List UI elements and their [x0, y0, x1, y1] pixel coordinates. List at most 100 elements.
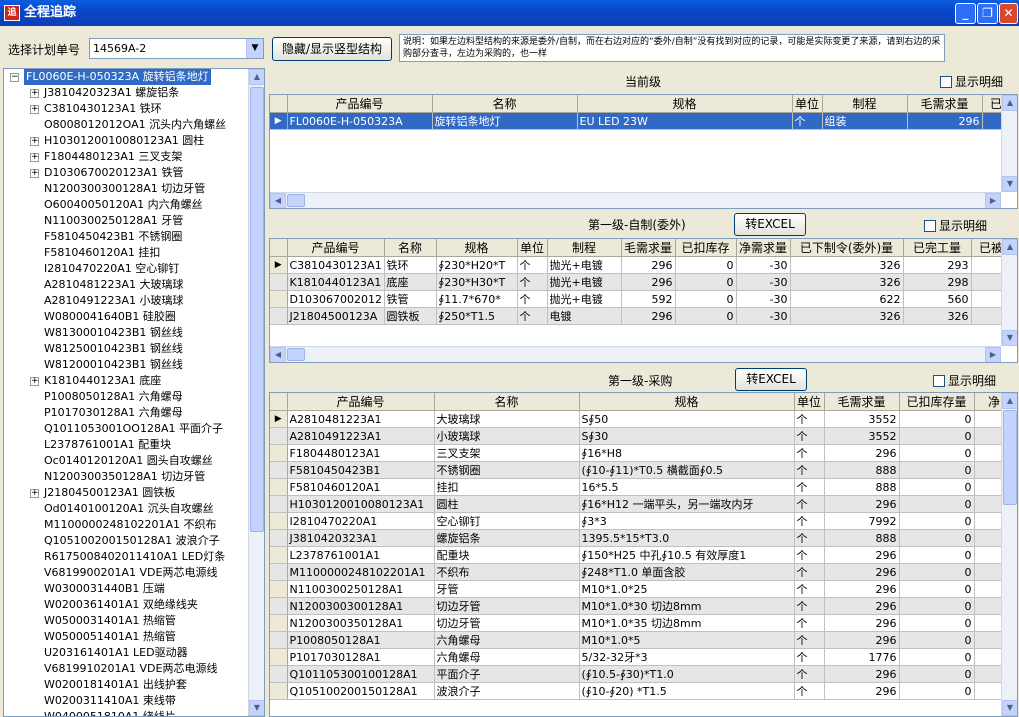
tree-node[interactable]: N1200300350128A1 切边牙管 — [44, 469, 205, 485]
table-cell[interactable]: M10*1.0*5 — [579, 631, 795, 649]
tree-node[interactable]: K1810440123A1 底座 — [44, 373, 161, 389]
table-cell[interactable]: 个 — [794, 580, 825, 598]
column-header[interactable]: 规格 — [436, 239, 518, 257]
table-cell[interactable]: 296 — [621, 256, 676, 274]
table-cell[interactable]: 不锈钢圈 — [434, 461, 580, 479]
table-cell[interactable]: P1008050128A1 — [287, 631, 435, 649]
table-row[interactable]: M1100000248102201A1 不织布 ∮248*T1.0 单面含胶个 296… — [270, 563, 1015, 581]
table-cell[interactable]: 个 — [794, 648, 825, 666]
expand-icon[interactable]: + — [30, 153, 39, 162]
tree-node[interactable]: Q1011053001OO128A1 平面介子 — [44, 421, 223, 437]
table-row[interactable]: I2810470220A1 空心铆钉 ∮3*3 个 7992 0 — [270, 512, 1015, 530]
table-cell[interactable]: M10*1.0*25 — [579, 580, 795, 598]
column-header[interactable]: 单位 — [792, 95, 823, 113]
table-cell[interactable]: 个 — [794, 563, 825, 581]
scroll-right-icon[interactable]: ▶ — [985, 347, 1001, 362]
table-row[interactable]: L2378761001A1 配重块 ∮150*H25 中孔∮10.5 有效厚度1 个 2… — [270, 546, 1015, 564]
table-cell[interactable]: ∮16*H8 — [579, 444, 795, 462]
table-cell[interactable]: -30 — [736, 273, 791, 291]
table-cell[interactable]: 个 — [794, 461, 825, 479]
table-cell[interactable]: 0 — [899, 444, 975, 462]
table-cell[interactable]: 0 — [675, 290, 737, 308]
column-header[interactable]: 单位 — [794, 393, 825, 411]
scroll-left-icon[interactable]: ◀ — [270, 347, 286, 362]
table-cell[interactable]: 16*5.5 — [579, 478, 795, 496]
purchase-grid[interactable]: 产品编号 名称 规格 单位 毛需求量 已扣库存量净 ▶ A2810481223A1 大玻璃球 S∮… — [269, 392, 1018, 717]
table-cell[interactable]: F1804480123A1 — [287, 444, 435, 462]
scroll-down-icon[interactable]: ▼ — [249, 700, 264, 716]
table-cell[interactable]: 0 — [899, 410, 975, 428]
purchase-excel-button[interactable]: 转EXCEL — [735, 368, 807, 391]
column-header[interactable]: 已扣库存 — [675, 239, 737, 257]
table-cell[interactable]: 0 — [899, 478, 975, 496]
tree-node[interactable]: V6819900201A1 VDE两芯电源线 — [44, 565, 217, 581]
row-indicator[interactable] — [270, 648, 288, 666]
tree-node[interactable]: N1200300300128A1 切边牙管 — [44, 181, 205, 197]
tree-node[interactable]: W0800041640B1 硅胶圈 — [44, 309, 176, 325]
table-row[interactable]: A2810491223A1 小玻璃球 S∮30 个 3552 0 — [270, 427, 1015, 445]
table-row[interactable]: D103067002012 铁管 ∮11.7*670* 个抛光+电镀 592 0 -30 62… — [270, 290, 1012, 308]
tree-node[interactable]: W0200181401A1 出线护套 — [44, 677, 187, 693]
table-row[interactable]: Q101105300100128A1 平面介子 (∮10.5-∮30)*T1.0 个 2… — [270, 665, 1015, 683]
tree-node[interactable]: A2810481223A1 大玻璃球 — [44, 277, 184, 293]
table-cell[interactable]: 5/32-32牙*3 — [579, 648, 795, 666]
table-cell[interactable]: 296 — [621, 307, 676, 325]
tree-node[interactable]: P1017030128A1 六角螺母 — [44, 405, 183, 421]
plan-select[interactable]: 14569A-2 ▼ — [89, 38, 264, 59]
table-cell[interactable]: 个 — [792, 112, 823, 130]
table-cell[interactable]: 个 — [794, 495, 825, 513]
table-cell[interactable]: ∮11.7*670* — [436, 290, 518, 308]
tree-node[interactable]: W81200010423B1 钢丝线 — [44, 357, 183, 373]
table-cell[interactable]: 个 — [517, 290, 548, 308]
toggle-structure-button[interactable]: 隐藏/显示竖型结构 — [272, 37, 392, 61]
row-indicator[interactable] — [270, 427, 288, 445]
table-cell[interactable]: 六角螺母 — [434, 648, 580, 666]
table-cell[interactable]: 888 — [824, 529, 900, 547]
row-indicator[interactable] — [270, 682, 288, 700]
table-cell[interactable]: S∮50 — [579, 410, 795, 428]
scroll-up-icon[interactable]: ▲ — [249, 69, 264, 85]
table-cell[interactable]: 1776 — [824, 648, 900, 666]
table-cell[interactable]: 空心铆钉 — [434, 512, 580, 530]
column-header[interactable]: 产品编号 — [287, 239, 385, 257]
table-cell[interactable]: 0 — [899, 682, 975, 700]
table-cell[interactable]: 326 — [790, 273, 904, 291]
tree-node[interactable]: J21804500123A1 圆铁板 — [44, 485, 175, 501]
table-cell[interactable]: 平面介子 — [434, 665, 580, 683]
table-cell[interactable]: 六角螺母 — [434, 631, 580, 649]
table-cell[interactable]: 296 — [824, 614, 900, 632]
table-cell[interactable]: FL0060E-H-050323A — [287, 112, 433, 130]
tree-node[interactable]: J3810420323A1 螺旋铝条 — [44, 85, 179, 101]
column-header[interactable]: 毛需求量 — [907, 95, 983, 113]
row-indicator[interactable] — [270, 597, 288, 615]
table-cell[interactable]: 296 — [824, 444, 900, 462]
scroll-thumb[interactable] — [287, 194, 305, 207]
scroll-up-icon[interactable]: ▲ — [1002, 95, 1017, 111]
table-cell[interactable]: 大玻璃球 — [434, 410, 580, 428]
table-cell[interactable]: 个 — [794, 597, 825, 615]
table-cell[interactable]: 326 — [790, 256, 904, 274]
tree-node[interactable]: I2810470220A1 空心铆钉 — [44, 261, 179, 277]
table-cell[interactable]: 296 — [824, 665, 900, 683]
table-cell[interactable]: (∮10-∮11)*T0.5 横截面∮0.5 — [579, 461, 795, 479]
tree-node[interactable]: O60040050120A1 内六角螺丝 — [44, 197, 203, 213]
collapse-icon[interactable]: − — [10, 73, 19, 82]
table-cell[interactable]: ∮250*T1.5 — [436, 307, 518, 325]
tree-node[interactable]: W0200311410A1 束线带 — [44, 693, 176, 709]
expand-icon[interactable]: + — [30, 377, 39, 386]
table-cell[interactable]: 0 — [899, 546, 975, 564]
table-cell[interactable]: 560 — [903, 290, 972, 308]
table-cell[interactable]: 326 — [790, 307, 904, 325]
scroll-thumb[interactable] — [287, 348, 305, 361]
tree-node[interactable]: Od0140100120A1 沉头自攻螺丝 — [44, 501, 214, 517]
column-header[interactable]: 毛需求量 — [621, 239, 676, 257]
table-cell[interactable]: ∮150*H25 中孔∮10.5 有效厚度1 — [579, 546, 795, 564]
table-cell[interactable]: EU LED 23W — [577, 112, 793, 130]
table-cell[interactable]: 296 — [824, 563, 900, 581]
table-cell[interactable]: 牙管 — [434, 580, 580, 598]
table-cell[interactable]: 抛光+电镀 — [547, 256, 622, 274]
tree-node[interactable]: W81250010423B1 钢丝线 — [44, 341, 183, 357]
table-cell[interactable]: 个 — [794, 410, 825, 428]
self-made-show-detail-checkbox[interactable]: 显示明细 — [924, 217, 987, 234]
current-row-icon[interactable]: ▶ — [270, 410, 288, 428]
